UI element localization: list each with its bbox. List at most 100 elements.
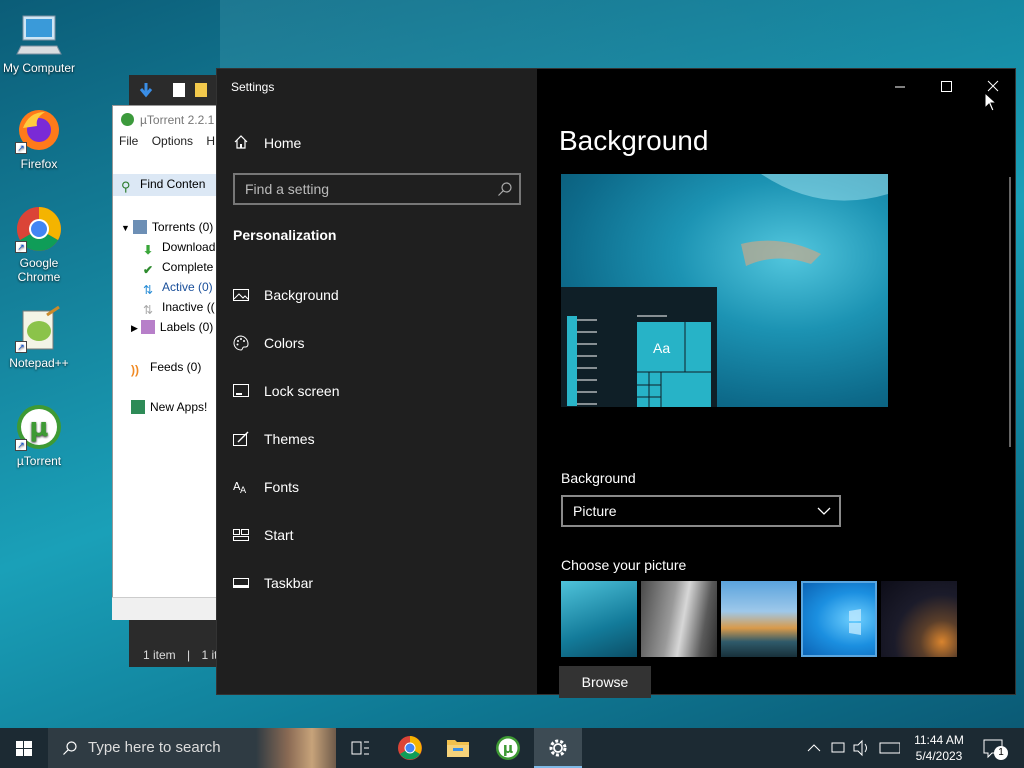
utorrent-icon: µ ↗ (15, 403, 63, 451)
desktop-icon-label: My Computer (2, 61, 76, 75)
preview-tiles: Aa (637, 322, 711, 407)
find-content-item[interactable]: ⚲ Find Conten (113, 174, 219, 196)
folder-icon (447, 740, 469, 757)
search-input[interactable] (245, 181, 485, 197)
tree-labels[interactable]: ▶ Labels (0) (131, 317, 213, 337)
taskbar-clock[interactable]: 11:44 AM 5/4/2023 (904, 732, 974, 764)
nav-fonts[interactable]: AA Fonts (217, 467, 537, 507)
choose-picture-label: Choose your picture (561, 557, 687, 573)
nav-colors[interactable]: Colors (217, 323, 537, 363)
checkmark-icon: ✔ (143, 263, 154, 277)
nav-start[interactable]: Start (217, 515, 537, 555)
menu-file[interactable]: File (119, 134, 138, 148)
utorrent-menubar: File Options H (113, 134, 219, 156)
mouse-cursor-icon (984, 92, 998, 112)
utorrent-title: µTorrent 2.2.1 (113, 106, 219, 134)
computer-icon (15, 10, 63, 58)
desktop-icon-label: Notepad++ (9, 356, 69, 370)
preview-list-lines (577, 319, 597, 405)
nav-background[interactable]: Background (217, 275, 537, 315)
thumbnail-night-tent[interactable] (881, 581, 957, 657)
task-view-icon (351, 741, 369, 755)
nav-themes[interactable]: Themes (217, 419, 537, 459)
browse-button[interactable]: Browse (559, 666, 651, 698)
rss-icon: )) (131, 363, 139, 377)
taskbar-search-placeholder: Type here to search (88, 739, 221, 756)
home-nav[interactable]: Home (233, 131, 301, 155)
desktop-icon-utorrent[interactable]: µ ↗ µTorrent (1, 403, 77, 468)
background-type-dropdown[interactable]: Picture (561, 495, 841, 527)
tree-feeds[interactable]: )) Feeds (0) (131, 357, 201, 377)
download-arrow-icon: ⬇ (143, 243, 154, 257)
notification-center-button[interactable]: 1 (976, 728, 1024, 768)
scrollbar[interactable] (1009, 177, 1011, 447)
tree-active[interactable]: ⇅ Active (0) (143, 277, 213, 297)
shortcut-arrow-icon: ↗ (15, 142, 27, 154)
svg-text:µ: µ (29, 413, 48, 443)
background-preview: Aa (561, 174, 888, 407)
utorrent-icon: µ (496, 736, 520, 760)
svg-text:µ: µ (503, 741, 513, 757)
desktop-icon-firefox[interactable]: ↗ Firefox (1, 106, 77, 171)
tree-new-apps[interactable]: New Apps! (131, 397, 207, 417)
settings-sidebar: Settings Home Personalization Background… (217, 69, 537, 694)
tree-torrents[interactable]: ▼ Torrents (0) (121, 217, 213, 237)
menu-help[interactable]: H (206, 134, 215, 148)
chrome-icon: ↗ (15, 205, 63, 253)
utorrent-toolbar (129, 75, 219, 105)
task-view-button[interactable] (336, 728, 384, 768)
thumbnail-underwater[interactable] (561, 581, 637, 657)
thumbnail-windows-light[interactable] (801, 581, 877, 657)
nav-lock-screen[interactable]: Lock screen (217, 371, 537, 411)
utorrent-logo-icon (121, 113, 134, 126)
settings-window[interactable]: Settings Home Personalization Background… (216, 68, 1016, 698)
preview-tile-header (637, 315, 667, 317)
home-icon (234, 135, 248, 149)
system-tray-icons[interactable] (804, 728, 900, 768)
dropdown-value: Picture (573, 503, 617, 519)
status-separator: | (187, 648, 191, 662)
gear-icon (549, 739, 567, 757)
shortcut-arrow-icon: ↗ (15, 439, 27, 451)
minimize-button[interactable] (877, 73, 923, 101)
tree-inactive[interactable]: ⇅ Inactive (( (143, 297, 215, 317)
taskbar-search[interactable]: Type here to search (48, 728, 336, 768)
nav-taskbar[interactable]: Taskbar (217, 563, 537, 603)
find-setting-search[interactable] (233, 173, 521, 205)
taskbar-settings[interactable] (534, 728, 582, 768)
maximize-button[interactable] (923, 73, 969, 101)
picture-icon (233, 289, 249, 301)
windows-logo-icon (849, 609, 861, 635)
settings-content: Background Aa Background Picture Choose … (537, 69, 1015, 698)
tree-completed[interactable]: ✔ Complete (143, 257, 213, 277)
maximize-icon (941, 81, 952, 92)
section-heading: Personalization (233, 227, 337, 243)
desktop-icon-chrome[interactable]: ↗ Google Chrome (1, 205, 77, 284)
desktop-icon-label: Google Chrome (17, 256, 61, 284)
utorrent-window[interactable]: µTorrent 2.2.1 File Options H ⚲ Find Cont… (112, 105, 220, 620)
taskbar-chrome[interactable] (386, 728, 434, 768)
desktop-icon-my-computer[interactable]: My Computer (1, 10, 77, 75)
start-button[interactable] (0, 728, 48, 768)
taskbar-icon (233, 578, 249, 588)
windows-start-icon (16, 741, 32, 756)
thumbnail-beach[interactable] (721, 581, 797, 657)
apps-icon (131, 400, 145, 414)
tree-downloading[interactable]: ⬇ Download (143, 237, 215, 257)
shortcut-arrow-icon: ↗ (15, 241, 27, 253)
notification-badge: 1 (994, 746, 1008, 760)
clock-date: 5/4/2023 (915, 749, 963, 763)
find-icon: ⚲ (121, 179, 131, 194)
menu-options[interactable]: Options (152, 134, 193, 148)
torrents-icon (132, 220, 147, 234)
chevron-up-icon (807, 744, 821, 752)
thumbnail-rock[interactable] (641, 581, 717, 657)
taskbar-utorrent[interactable]: µ (484, 728, 532, 768)
page-title: Background (559, 125, 709, 156)
preview-tile-grid (637, 322, 711, 407)
search-icon (498, 182, 512, 196)
desktop-icon-notepadpp[interactable]: ↗ Notepad++ (1, 305, 77, 370)
expand-icon: ▶ (131, 323, 138, 333)
label-tag-icon (140, 320, 155, 334)
taskbar-file-explorer[interactable] (434, 728, 482, 768)
